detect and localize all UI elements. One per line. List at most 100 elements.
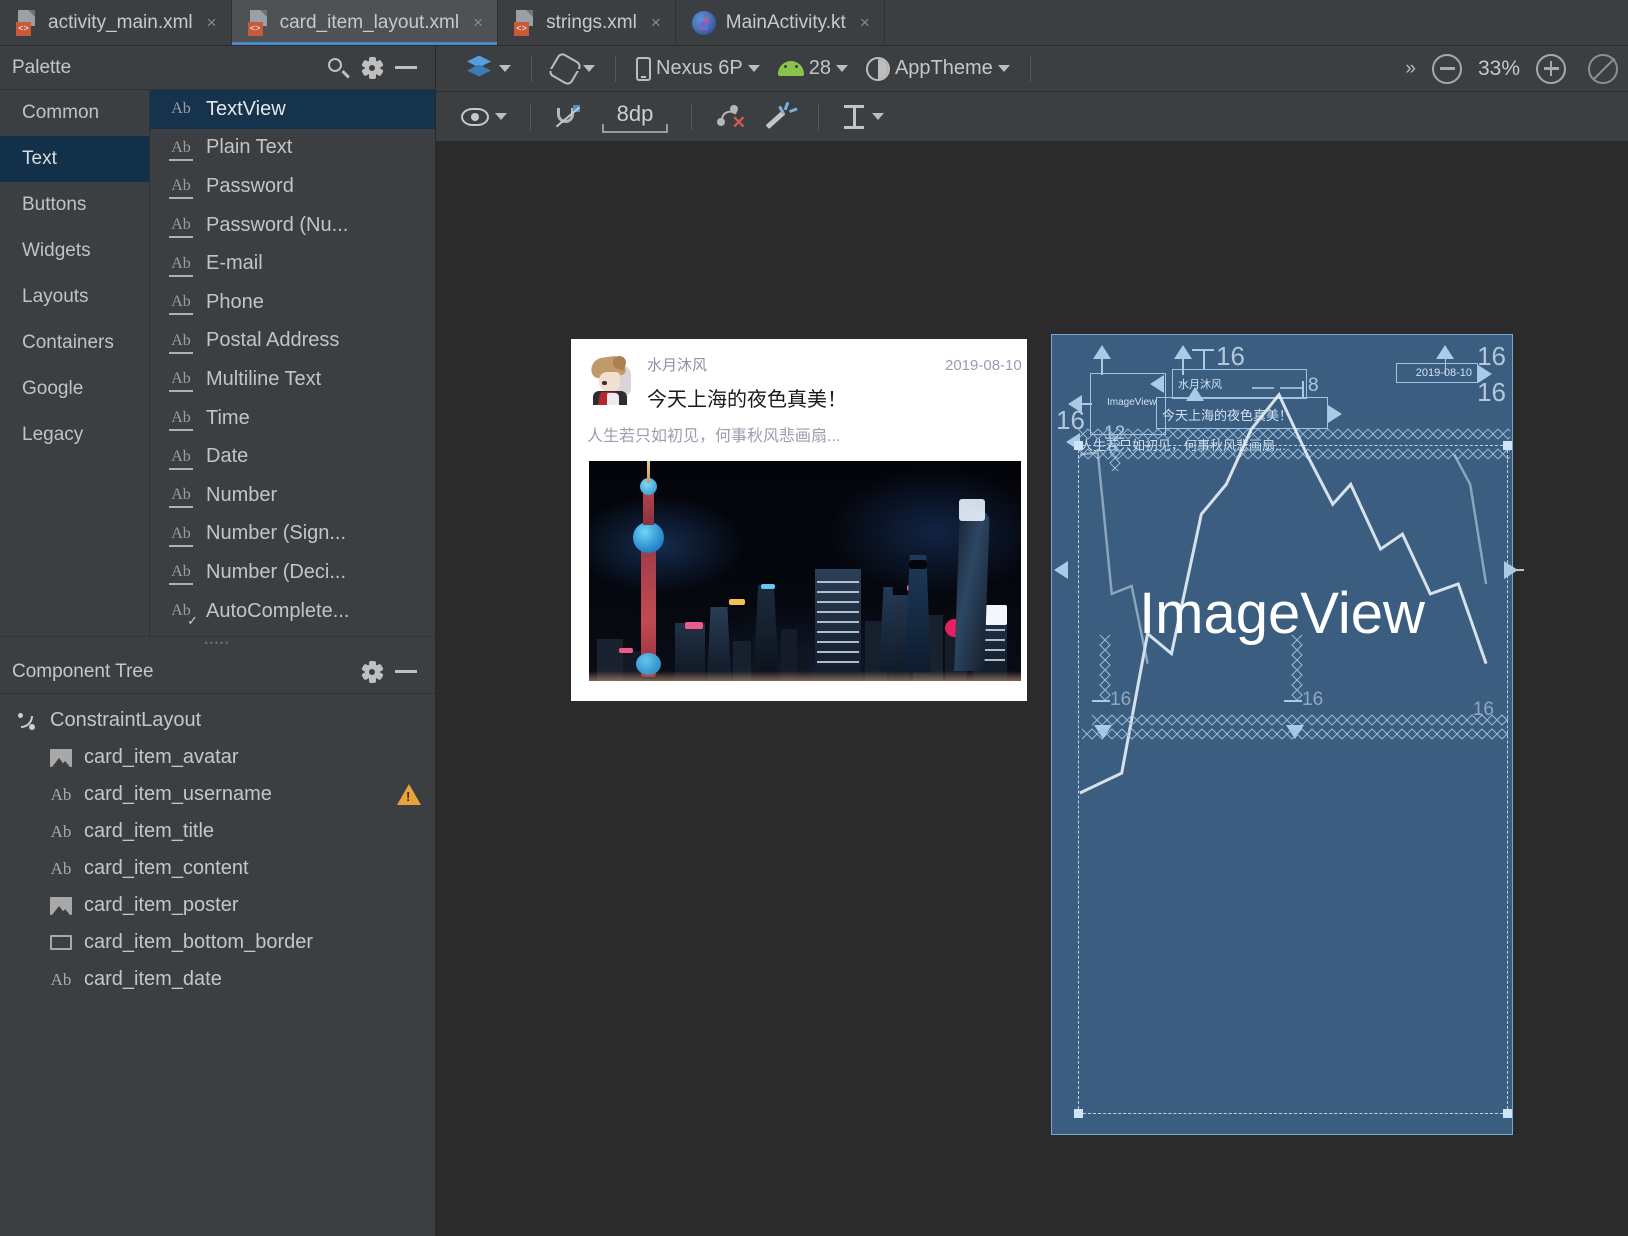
editor-tab-bar: <> activity_main.xml × <> card_item_layo… bbox=[0, 0, 1628, 46]
minimize-icon[interactable] bbox=[389, 655, 423, 689]
tree-node-card-item-avatar[interactable]: card_item_avatar bbox=[0, 739, 435, 776]
palette-body: Common Text Buttons Widgets Layouts Cont… bbox=[0, 90, 435, 636]
card-item-title: 今天上海的夜色真美！ bbox=[647, 388, 1011, 413]
chevron-down-icon bbox=[748, 65, 760, 72]
constraint-arrow-icon bbox=[1054, 561, 1068, 579]
palette-category-text[interactable]: Text bbox=[0, 136, 149, 182]
device-render-preview[interactable]: 水月沐风 今天上海的夜色真美！ 2019-08-10 人生若只如初见，何事秋风悲… bbox=[571, 339, 1027, 1135]
zoom-fit-icon[interactable] bbox=[1588, 54, 1618, 84]
palette-item-plain-text[interactable]: Ab Plain Text bbox=[150, 129, 435, 168]
palette-category-legacy[interactable]: Legacy bbox=[0, 412, 149, 458]
tab-card-item-layout-xml[interactable]: <> card_item_layout.xml × bbox=[232, 0, 498, 45]
zoom-in-icon[interactable] bbox=[1536, 54, 1566, 84]
minimize-icon[interactable] bbox=[389, 51, 423, 85]
palette-category-widgets[interactable]: Widgets bbox=[0, 228, 149, 274]
category-label: Google bbox=[22, 378, 83, 400]
tab-strings-xml[interactable]: <> strings.xml × bbox=[498, 0, 676, 45]
phone-icon bbox=[636, 57, 651, 81]
palette-item-autocomplete-textview[interactable]: Ab AutoComplete... bbox=[150, 592, 435, 631]
palette-item-date[interactable]: Ab Date bbox=[150, 437, 435, 476]
warning-icon[interactable] bbox=[397, 784, 421, 805]
category-label: Layouts bbox=[22, 286, 89, 308]
theme-selector[interactable]: AppTheme bbox=[858, 53, 1018, 85]
palette-item-phone[interactable]: Ab Phone bbox=[150, 283, 435, 322]
ab-icon: Ab bbox=[168, 101, 194, 117]
toolbar-divider bbox=[691, 104, 692, 130]
palette-item-email[interactable]: Ab E-mail bbox=[150, 244, 435, 283]
palette-item-label: Password bbox=[206, 175, 294, 198]
api-level-label: 28 bbox=[809, 57, 831, 80]
palette-item-number-decimal[interactable]: Ab Number (Deci... bbox=[150, 553, 435, 592]
chevrons-right-icon[interactable]: » bbox=[1395, 58, 1424, 80]
tree-node-card-item-title[interactable]: Ab card_item_title bbox=[0, 813, 435, 850]
palette-title: Palette bbox=[12, 57, 321, 79]
close-icon[interactable]: × bbox=[860, 14, 870, 31]
palette-item-number-signed[interactable]: Ab Number (Sign... bbox=[150, 515, 435, 554]
close-icon[interactable]: × bbox=[207, 14, 217, 31]
gear-icon[interactable] bbox=[355, 655, 389, 689]
component-tree-body: ConstraintLayout card_item_avatar Ab car… bbox=[0, 694, 435, 1236]
gear-icon[interactable] bbox=[355, 51, 389, 85]
category-label: Text bbox=[22, 148, 57, 170]
tree-node-card-item-username[interactable]: Ab card_item_username bbox=[0, 776, 435, 813]
theme-icon bbox=[866, 57, 890, 81]
tab-main-activity-kt[interactable]: MainActivity.kt × bbox=[676, 0, 885, 45]
palette-item-textview[interactable]: Ab TextView bbox=[150, 90, 435, 129]
constraint-spring bbox=[1082, 727, 1508, 741]
orientation-selector[interactable] bbox=[544, 52, 603, 86]
palette-category-buttons[interactable]: Buttons bbox=[0, 182, 149, 228]
blueprint-render-preview[interactable]: 16 16 16 16 12 ImageView 水月沐风 bbox=[1051, 334, 1513, 1135]
tree-node-label: card_item_bottom_border bbox=[84, 931, 421, 954]
default-margin-field[interactable]: 8dp bbox=[593, 97, 677, 137]
palette-item-postal-address[interactable]: Ab Postal Address bbox=[150, 322, 435, 361]
tab-label: strings.xml bbox=[546, 12, 637, 34]
image-icon bbox=[46, 897, 76, 915]
zoom-out-icon[interactable] bbox=[1432, 54, 1462, 84]
palette-category-google[interactable]: Google bbox=[0, 366, 149, 412]
design-mode-selector[interactable] bbox=[456, 52, 519, 86]
tab-activity-main-xml[interactable]: <> activity_main.xml × bbox=[0, 0, 232, 45]
infer-constraints-button[interactable] bbox=[758, 99, 804, 135]
palette-item-time[interactable]: Ab Time bbox=[150, 399, 435, 438]
panel-splitter-handle[interactable]: ••••• bbox=[0, 636, 435, 650]
tree-node-label: card_item_avatar bbox=[84, 746, 421, 769]
card-item-poster[interactable] bbox=[589, 461, 1021, 681]
resize-handle[interactable] bbox=[1503, 441, 1512, 450]
eye-icon bbox=[461, 108, 489, 126]
tree-node-card-item-content[interactable]: Ab card_item_content bbox=[0, 850, 435, 887]
palette-category-common[interactable]: Common bbox=[0, 90, 149, 136]
resize-handle[interactable] bbox=[1074, 441, 1083, 450]
android-icon bbox=[778, 61, 804, 76]
tree-node-card-item-poster[interactable]: card_item_poster bbox=[0, 887, 435, 924]
palette-category-containers[interactable]: Containers bbox=[0, 320, 149, 366]
design-surface[interactable]: 水月沐风 今天上海的夜色真美！ 2019-08-10 人生若只如初见，何事秋风悲… bbox=[436, 142, 1628, 1236]
palette-item-password[interactable]: Ab Password bbox=[150, 167, 435, 206]
device-selector[interactable]: Nexus 6P bbox=[628, 53, 768, 85]
palette-category-layouts[interactable]: Layouts bbox=[0, 274, 149, 320]
align-menu-button[interactable] bbox=[833, 100, 893, 134]
tree-node-constraintlayout[interactable]: ConstraintLayout bbox=[0, 702, 435, 739]
close-icon[interactable]: × bbox=[651, 14, 661, 31]
autoconnect-button[interactable] bbox=[545, 100, 589, 134]
tree-node-card-item-bottom-border[interactable]: card_item_bottom_border bbox=[0, 924, 435, 961]
palette-item-number[interactable]: Ab Number bbox=[150, 476, 435, 515]
view-options-button[interactable] bbox=[452, 104, 516, 130]
resize-handle[interactable] bbox=[1503, 1109, 1512, 1118]
palette-item-password-numeric[interactable]: Ab Password (Nu... bbox=[150, 206, 435, 245]
layers-icon bbox=[464, 56, 494, 82]
palette-item-multiline-text[interactable]: Ab Multiline Text bbox=[150, 360, 435, 399]
ab-underline-icon: Ab bbox=[168, 178, 194, 194]
card-item-avatar[interactable] bbox=[587, 355, 633, 405]
resize-handle[interactable] bbox=[1074, 1109, 1083, 1118]
api-level-selector[interactable]: 28 bbox=[770, 53, 856, 84]
card-item-preview[interactable]: 水月沐风 今天上海的夜色真美！ 2019-08-10 人生若只如初见，何事秋风悲… bbox=[571, 339, 1027, 701]
toolbar-divider bbox=[530, 104, 531, 130]
grip-dots-icon: ••••• bbox=[205, 639, 231, 648]
search-icon[interactable] bbox=[321, 51, 355, 85]
tree-node-card-item-date[interactable]: Ab card_item_date bbox=[0, 961, 435, 998]
close-icon[interactable]: × bbox=[473, 14, 483, 31]
bp-imageview-label: ImageView bbox=[1052, 580, 1512, 647]
xml-file-icon: <> bbox=[514, 10, 536, 36]
theme-label: AppTheme bbox=[895, 57, 993, 80]
clear-constraints-button[interactable]: ✕ bbox=[706, 100, 754, 134]
